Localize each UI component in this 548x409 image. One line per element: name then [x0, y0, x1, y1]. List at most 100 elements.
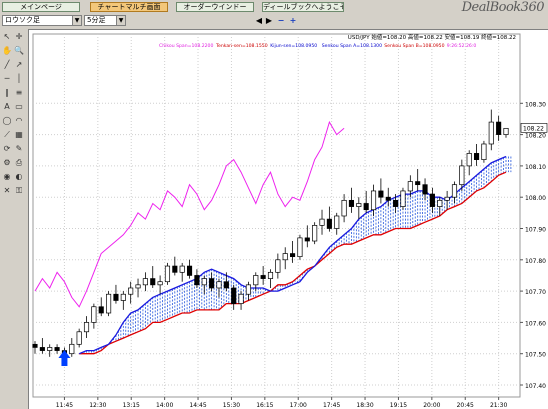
ohlc-info: USD/JPY 始値=108.20 高値=108.22 安値=108.19 終値… — [348, 33, 516, 41]
lock-icon[interactable]: ⚿ — [14, 185, 24, 196]
candle — [113, 293, 119, 301]
tab-welcome[interactable]: ディールブックへようこそ — [262, 2, 344, 12]
tab-order-window[interactable]: オーダーウインドー — [176, 2, 254, 12]
candle — [415, 181, 421, 186]
x-tick-label: 18:30 — [356, 402, 373, 409]
candle — [76, 331, 82, 345]
candle — [363, 203, 369, 211]
x-tick-label: 12:30 — [89, 402, 106, 409]
ichimoku-value: 9:26:52:26:0 — [447, 43, 477, 49]
vline-icon[interactable]: │ — [14, 73, 24, 84]
candle — [223, 281, 229, 289]
fib-icon[interactable]: ≡ — [14, 87, 24, 98]
chart-type-select[interactable]: ロウソク足 ▼ — [2, 15, 82, 26]
chart-panel[interactable]: 108.30 108.20 108.10 108.00 107.90 107.80 107.… — [28, 29, 548, 409]
candle — [503, 127, 509, 135]
nav-right-button[interactable]: ▶ — [264, 15, 274, 26]
ichimoku-value: Senkou Span B=108.0950 — [384, 43, 444, 49]
candle — [135, 284, 141, 289]
candle — [451, 184, 458, 198]
x-tick-label: 21:30 — [490, 402, 507, 409]
x-tick-label: 20:00 — [423, 402, 440, 409]
fan-icon[interactable]: ⟋ — [2, 129, 12, 140]
y-tick-label: 108.30 — [525, 101, 546, 108]
tab-bar: メインページ チャートマルチ画面 オーダーウインドー ディールブックへようこそ … — [0, 0, 548, 15]
candle — [98, 306, 104, 314]
price-chart[interactable]: 108.30 108.20 108.10 108.00 107.90 107.80 107.… — [29, 30, 548, 409]
trendline-icon[interactable]: ╱ — [2, 59, 12, 70]
cycle-icon[interactable]: ⟳ — [2, 143, 12, 154]
eraser-icon[interactable]: ✎ — [14, 143, 24, 154]
y-tick-label: 107.60 — [525, 320, 546, 327]
period-select[interactable]: 5分足 ▼ — [84, 15, 126, 26]
palette-icon[interactable]: ◐ — [14, 171, 24, 182]
candle — [157, 281, 163, 286]
candle — [83, 322, 90, 333]
eye-icon[interactable]: ◉ — [2, 171, 12, 182]
candle — [47, 347, 53, 351]
text-icon[interactable]: A — [2, 101, 12, 112]
delete-icon[interactable]: ✕ — [2, 185, 12, 196]
arc-icon[interactable]: ◠ — [14, 115, 24, 126]
candle — [304, 237, 310, 242]
tab-chart-multi[interactable]: チャートマルチ画面 — [90, 2, 168, 12]
candle — [128, 287, 134, 295]
candle — [466, 153, 472, 167]
candle — [32, 343, 38, 348]
candle — [201, 278, 207, 286]
candle — [186, 265, 193, 276]
candle — [400, 190, 406, 207]
chart-toolbar: ロウソク足 ▼ 5分足 ▼ ◀ ▶ − + — [0, 15, 548, 28]
hand-icon[interactable]: ✋ — [2, 45, 12, 56]
hline-icon[interactable]: ─ — [2, 73, 12, 84]
rectangle-icon[interactable]: ▭ — [14, 101, 24, 112]
candle — [238, 293, 244, 304]
candle — [437, 199, 443, 207]
candle — [150, 278, 156, 286]
zoom-in-button[interactable]: + — [288, 15, 298, 26]
candle — [245, 284, 251, 295]
candle — [142, 278, 148, 286]
candle — [209, 278, 215, 289]
candle — [54, 347, 60, 351]
dealbook-logo: DealBook360 — [461, 0, 545, 15]
settings-icon[interactable]: ⚙ — [2, 157, 12, 168]
candle — [496, 121, 502, 135]
x-tick-label: 19:15 — [390, 402, 407, 409]
candle — [385, 196, 391, 201]
chevron-down-icon: ▼ — [72, 16, 81, 25]
candle — [282, 253, 288, 261]
candle — [459, 165, 465, 186]
candle — [474, 153, 480, 160]
zoom-out-button[interactable]: − — [276, 15, 286, 26]
candle — [91, 306, 97, 323]
candle — [429, 193, 435, 207]
candle — [267, 271, 274, 279]
y-tick-label: 107.50 — [525, 352, 546, 359]
x-tick-label: 14:45 — [189, 402, 206, 409]
drawing-toolbar: ↖ ✛ ✋ 🔍 ╱ ↗ ─ │ ∥ ≡ A ▭ ◯ ◠ ⟋ ▦ ⟳ ✎ ⚙ ⎙ ◉ ◐ ✕ ⚿ — [0, 29, 27, 409]
candle — [393, 199, 399, 207]
x-tick-label: 17:00 — [290, 402, 307, 409]
candle — [297, 237, 303, 258]
candle — [106, 293, 112, 314]
y-tick-label: 107.70 — [525, 289, 546, 296]
x-tick-label: 15:30 — [223, 402, 240, 409]
print-icon[interactable]: ⎙ — [14, 157, 24, 168]
plot-area — [32, 33, 521, 398]
y-tick-label: 107.80 — [525, 258, 546, 265]
candle — [341, 199, 347, 217]
ellipse-icon[interactable]: ◯ — [2, 115, 12, 126]
channel-icon[interactable]: ∥ — [2, 87, 12, 98]
candle — [422, 184, 428, 195]
nav-left-button[interactable]: ◀ — [254, 15, 264, 26]
cursor-icon[interactable]: ↖ — [2, 31, 12, 42]
candle — [120, 293, 126, 301]
candle — [260, 275, 266, 279]
grid-icon[interactable]: ▦ — [14, 129, 24, 140]
ray-icon[interactable]: ↗ — [14, 59, 24, 70]
magnify-icon[interactable]: 🔍 — [14, 45, 24, 56]
y-tick-label: 107.90 — [525, 227, 546, 234]
tab-main-page[interactable]: メインページ — [2, 2, 80, 12]
crosshair-icon[interactable]: ✛ — [14, 31, 24, 42]
